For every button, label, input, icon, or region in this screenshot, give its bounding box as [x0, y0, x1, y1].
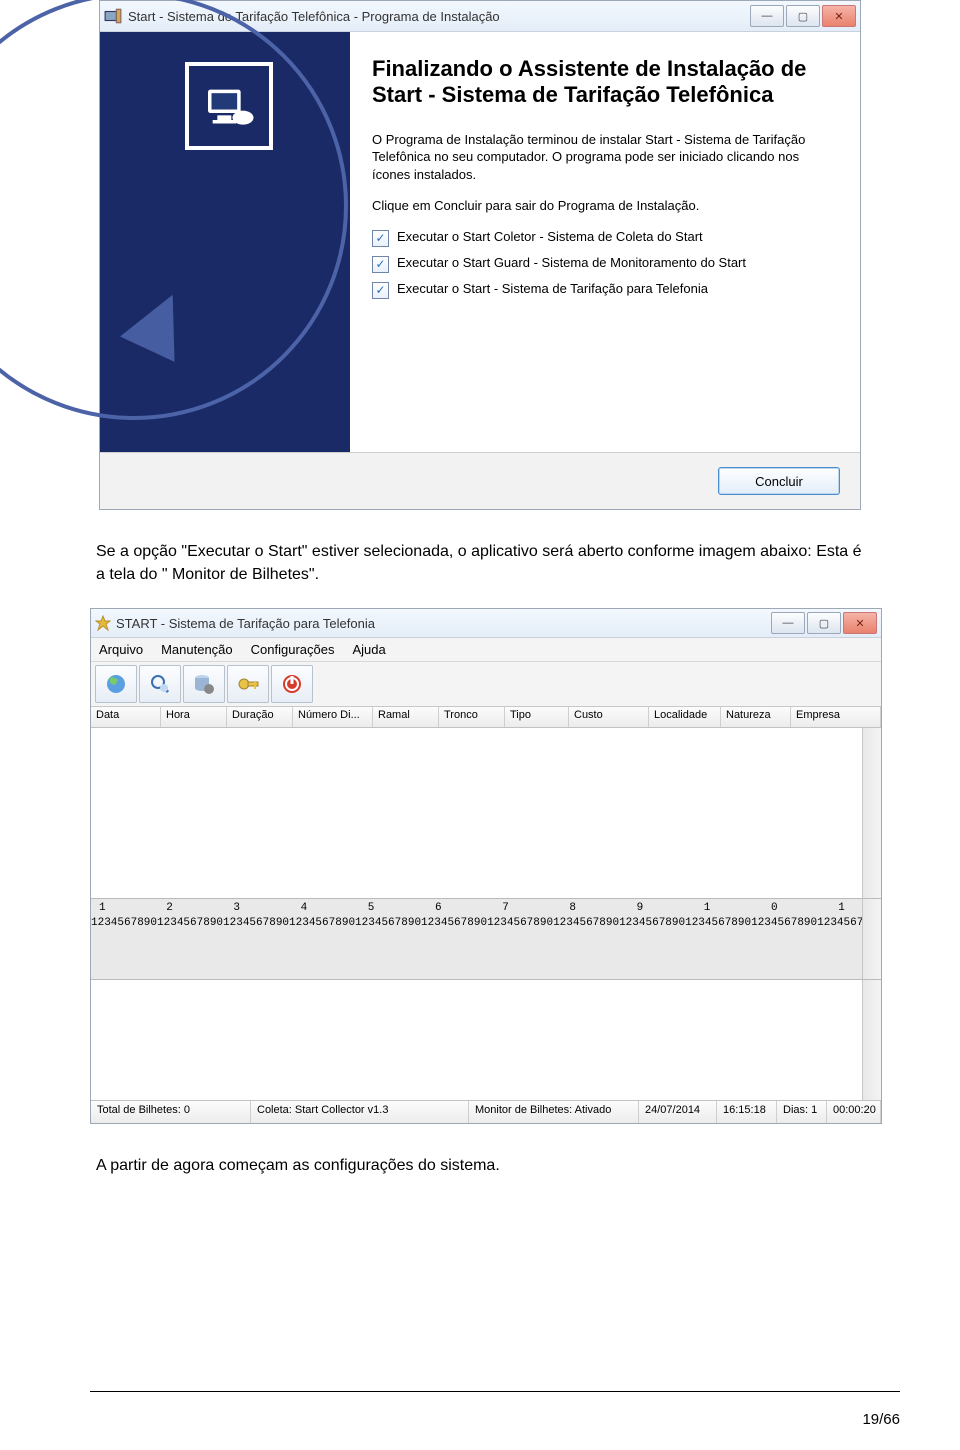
phone-globe-icon	[104, 672, 128, 696]
menu-configuracoes[interactable]: Configurações	[251, 642, 335, 657]
col-localidade[interactable]: Localidade	[649, 707, 721, 727]
monitor-titlebar: START - Sistema de Tarifação para Telefo…	[91, 609, 881, 638]
status-total: Total de Bilhetes: 0	[91, 1101, 251, 1123]
doc-paragraph-1: Se a opção "Executar o Start" estiver se…	[96, 540, 870, 586]
key-icon	[236, 672, 260, 696]
scrollbar[interactable]	[862, 899, 881, 979]
scrollbar[interactable]	[862, 980, 881, 1100]
toolbar-button-2[interactable]	[139, 665, 181, 703]
maximize-button[interactable]: ▢	[807, 612, 841, 634]
ruler-minor: 1234567890123456789012345678901234567890…	[91, 917, 870, 929]
col-data[interactable]: Data	[91, 707, 161, 727]
grid-body	[91, 728, 881, 898]
col-tronco[interactable]: Tronco	[439, 707, 505, 727]
ruler-major: 1234567891011	[99, 902, 881, 914]
toolbar-button-1[interactable]	[95, 665, 137, 703]
installer-window: Start - Sistema de Tarifação Telefônica …	[99, 0, 861, 510]
col-tipo[interactable]: Tipo	[505, 707, 569, 727]
database-gear-icon	[192, 672, 216, 696]
menu-ajuda[interactable]: Ajuda	[352, 642, 385, 657]
minimize-button[interactable]: —	[771, 612, 805, 634]
column-headers: Data Hora Duração Número Di... Ramal Tro…	[91, 707, 881, 728]
status-days: Dias: 1	[777, 1101, 827, 1123]
monitor-title: START - Sistema de Tarifação para Telefo…	[116, 616, 771, 631]
toolbar-button-5[interactable]	[271, 665, 313, 703]
page-number: 19/66	[862, 1411, 900, 1428]
col-numero[interactable]: Número Di...	[293, 707, 373, 727]
checkbox-start-main[interactable]	[372, 282, 389, 299]
menu-arquivo[interactable]: Arquivo	[99, 642, 143, 657]
page-divider	[90, 1391, 900, 1392]
toolbar	[91, 662, 881, 707]
installer-paragraph-2: Clique em Concluir para sair do Programa…	[372, 197, 838, 215]
checkbox-row: Executar o Start Guard - Sistema de Moni…	[372, 255, 838, 273]
doc-paragraph-2: A partir de agora começam as configuraçõ…	[96, 1154, 870, 1177]
star-icon	[95, 615, 111, 631]
checkbox-start-coletor[interactable]	[372, 230, 389, 247]
status-elapsed: 00:00:20	[827, 1101, 881, 1123]
ruler: 1234567891011 12345678901234567890123456…	[91, 898, 881, 980]
col-ramal[interactable]: Ramal	[373, 707, 439, 727]
installer-paragraph-1: O Programa de Instalação terminou de ins…	[372, 131, 838, 184]
status-date: 24/07/2014	[639, 1101, 717, 1123]
menu-manutencao[interactable]: Manutenção	[161, 642, 233, 657]
checkbox-start-guard[interactable]	[372, 256, 389, 273]
checkbox-row: Executar o Start - Sistema de Tarifação …	[372, 281, 838, 299]
status-time: 16:15:18	[717, 1101, 777, 1123]
status-coleta: Coleta: Start Collector v1.3	[251, 1101, 469, 1123]
col-duracao[interactable]: Duração	[227, 707, 293, 727]
toolbar-button-4[interactable]	[227, 665, 269, 703]
status-monitor: Monitor de Bilhetes: Ativado	[469, 1101, 639, 1123]
checkbox-label: Executar o Start Coletor - Sistema de Co…	[397, 229, 703, 244]
finish-button[interactable]: Concluir	[718, 467, 840, 495]
col-hora[interactable]: Hora	[161, 707, 227, 727]
statusbar: Total de Bilhetes: 0 Coleta: Start Colle…	[91, 1100, 881, 1123]
toolbar-button-3[interactable]	[183, 665, 225, 703]
installer-banner	[100, 32, 350, 452]
raw-body	[91, 980, 881, 1100]
close-button[interactable]: ✕	[843, 612, 877, 634]
close-button[interactable]: ✕	[822, 5, 856, 27]
minimize-button[interactable]: —	[750, 5, 784, 27]
checkbox-label: Executar o Start - Sistema de Tarifação …	[397, 281, 708, 296]
menubar: Arquivo Manutenção Configurações Ajuda	[91, 638, 881, 662]
installer-logo-icon	[185, 62, 273, 150]
installer-heading: Finalizando o Assistente de Instalação d…	[372, 56, 838, 109]
scrollbar[interactable]	[862, 728, 881, 898]
search-icon	[148, 672, 172, 696]
checkbox-row: Executar o Start Coletor - Sistema de Co…	[372, 229, 838, 247]
maximize-button[interactable]: ▢	[786, 5, 820, 27]
power-icon	[280, 672, 304, 696]
col-custo[interactable]: Custo	[569, 707, 649, 727]
checkbox-label: Executar o Start Guard - Sistema de Moni…	[397, 255, 746, 270]
col-empresa[interactable]: Empresa	[791, 707, 881, 727]
col-natureza[interactable]: Natureza	[721, 707, 791, 727]
monitor-window: START - Sistema de Tarifação para Telefo…	[90, 608, 882, 1124]
